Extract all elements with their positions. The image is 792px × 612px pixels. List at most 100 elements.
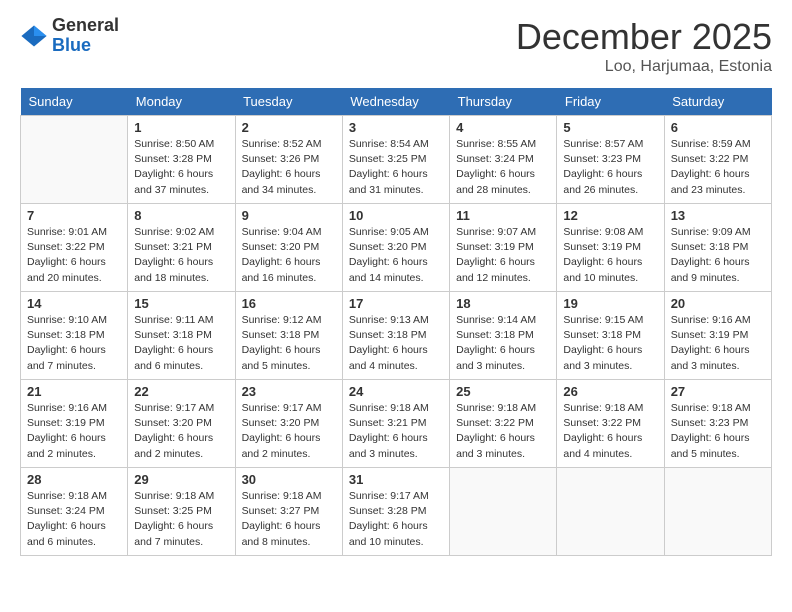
logo-icon — [20, 22, 48, 50]
day-number: 1 — [134, 120, 228, 135]
calendar-cell: 16 Sunrise: 9:12 AM Sunset: 3:18 PM Dayli… — [235, 292, 342, 380]
logo-blue: Blue — [52, 35, 91, 55]
day-number: 6 — [671, 120, 765, 135]
logo: General Blue — [20, 16, 119, 56]
calendar-cell: 9Sunrise: 9:04 AM Sunset: 3:20 PM Daylig… — [235, 204, 342, 292]
day-info: Sunrise: 9:18 AM Sunset: 3:27 PM Dayligh… — [242, 489, 336, 550]
calendar-cell: 2 Sunrise: 8:52 AM Sunset: 3:26 PM Daylig… — [235, 116, 342, 204]
calendar-cell: 6 Sunrise: 8:59 AM Sunset: 3:22 PM Daylig… — [664, 116, 771, 204]
day-number: 15 — [134, 296, 228, 311]
calendar-cell: 13Sunrise: 9:09 AM Sunset: 3:18 PM Dayli… — [664, 204, 771, 292]
day-info: Sunrise: 9:17 AM Sunset: 3:28 PM Dayligh… — [349, 489, 443, 550]
day-number: 18 — [456, 296, 550, 311]
day-number: 21 — [27, 384, 121, 399]
day-number: 7 — [27, 208, 121, 223]
day-number: 19 — [563, 296, 657, 311]
day-number: 16 — [242, 296, 336, 311]
day-number: 24 — [349, 384, 443, 399]
day-info: Sunrise: 9:12 AM Sunset: 3:18 PM Dayligh… — [242, 313, 336, 374]
day-number: 28 — [27, 472, 121, 487]
day-info: Sunrise: 9:13 AM Sunset: 3:18 PM Dayligh… — [349, 313, 443, 374]
day-info: Sunrise: 9:17 AM Sunset: 3:20 PM Dayligh… — [134, 401, 228, 462]
week-row-5: 28 Sunrise: 9:18 AM Sunset: 3:24 PM Dayli… — [21, 468, 772, 556]
calendar-cell: 30Sunrise: 9:18 AM Sunset: 3:27 PM Dayli… — [235, 468, 342, 556]
calendar-cell: 31 Sunrise: 9:17 AM Sunset: 3:28 PM Dayli… — [342, 468, 449, 556]
day-info: Sunrise: 8:54 AM Sunset: 3:25 PM Dayligh… — [349, 137, 443, 198]
calendar-cell — [450, 468, 557, 556]
day-info: Sunrise: 9:15 AM Sunset: 3:18 PM Dayligh… — [563, 313, 657, 374]
day-info: Sunrise: 8:59 AM Sunset: 3:22 PM Dayligh… — [671, 137, 765, 198]
calendar-cell: 18 Sunrise: 9:14 AM Sunset: 3:18 PM Dayli… — [450, 292, 557, 380]
title-block: December 2025 Loo, Harjumaa, Estonia — [516, 16, 772, 76]
day-number: 23 — [242, 384, 336, 399]
weekday-header-sunday: Sunday — [21, 88, 128, 116]
day-info: Sunrise: 9:11 AM Sunset: 3:18 PM Dayligh… — [134, 313, 228, 374]
calendar-cell: 28 Sunrise: 9:18 AM Sunset: 3:24 PM Dayli… — [21, 468, 128, 556]
calendar-cell: 29 Sunrise: 9:18 AM Sunset: 3:25 PM Dayli… — [128, 468, 235, 556]
calendar-cell: 20 Sunrise: 9:16 AM Sunset: 3:19 PM Dayli… — [664, 292, 771, 380]
day-number: 4 — [456, 120, 550, 135]
day-number: 14 — [27, 296, 121, 311]
logo-general: General — [52, 15, 119, 35]
day-number: 31 — [349, 472, 443, 487]
day-number: 10 — [349, 208, 443, 223]
calendar-cell: 21 Sunrise: 9:16 AM Sunset: 3:19 PM Dayli… — [21, 380, 128, 468]
day-info: Sunrise: 8:52 AM Sunset: 3:26 PM Dayligh… — [242, 137, 336, 198]
day-number: 2 — [242, 120, 336, 135]
day-number: 25 — [456, 384, 550, 399]
day-info: Sunrise: 9:18 AM Sunset: 3:22 PM Dayligh… — [563, 401, 657, 462]
calendar-cell — [664, 468, 771, 556]
day-info: Sunrise: 9:16 AM Sunset: 3:19 PM Dayligh… — [27, 401, 121, 462]
day-info: Sunrise: 9:14 AM Sunset: 3:18 PM Dayligh… — [456, 313, 550, 374]
day-number: 17 — [349, 296, 443, 311]
calendar-cell: 15 Sunrise: 9:11 AM Sunset: 3:18 PM Dayli… — [128, 292, 235, 380]
weekday-header-thursday: Thursday — [450, 88, 557, 116]
calendar-cell: 14 Sunrise: 9:10 AM Sunset: 3:18 PM Dayli… — [21, 292, 128, 380]
day-number: 20 — [671, 296, 765, 311]
week-row-4: 21 Sunrise: 9:16 AM Sunset: 3:19 PM Dayli… — [21, 380, 772, 468]
calendar-cell: 8 Sunrise: 9:02 AM Sunset: 3:21 PM Daylig… — [128, 204, 235, 292]
day-info: Sunrise: 9:05 AM Sunset: 3:20 PM Dayligh… — [349, 225, 443, 286]
calendar-cell: 27 Sunrise: 9:18 AM Sunset: 3:23 PM Dayli… — [664, 380, 771, 468]
calendar-cell: 3 Sunrise: 8:54 AM Sunset: 3:25 PM Daylig… — [342, 116, 449, 204]
logo-text: General Blue — [52, 16, 119, 56]
calendar-cell: 25Sunrise: 9:18 AM Sunset: 3:22 PM Dayli… — [450, 380, 557, 468]
weekday-header-row: SundayMondayTuesdayWednesdayThursdayFrid… — [21, 88, 772, 116]
day-info: Sunrise: 9:18 AM Sunset: 3:24 PM Dayligh… — [27, 489, 121, 550]
weekday-header-wednesday: Wednesday — [342, 88, 449, 116]
calendar-cell: 10 Sunrise: 9:05 AM Sunset: 3:20 PM Dayli… — [342, 204, 449, 292]
day-info: Sunrise: 8:57 AM Sunset: 3:23 PM Dayligh… — [563, 137, 657, 198]
calendar-cell: 17 Sunrise: 9:13 AM Sunset: 3:18 PM Dayli… — [342, 292, 449, 380]
location: Loo, Harjumaa, Estonia — [516, 58, 772, 76]
day-number: 8 — [134, 208, 228, 223]
weekday-header-saturday: Saturday — [664, 88, 771, 116]
day-info: Sunrise: 9:08 AM Sunset: 3:19 PM Dayligh… — [563, 225, 657, 286]
calendar-cell: 12Sunrise: 9:08 AM Sunset: 3:19 PM Dayli… — [557, 204, 664, 292]
day-info: Sunrise: 9:16 AM Sunset: 3:19 PM Dayligh… — [671, 313, 765, 374]
day-number: 26 — [563, 384, 657, 399]
day-info: Sunrise: 8:50 AM Sunset: 3:28 PM Dayligh… — [134, 137, 228, 198]
day-number: 5 — [563, 120, 657, 135]
week-row-2: 7Sunrise: 9:01 AM Sunset: 3:22 PM Daylig… — [21, 204, 772, 292]
day-info: Sunrise: 9:18 AM Sunset: 3:23 PM Dayligh… — [671, 401, 765, 462]
week-row-1: 1 Sunrise: 8:50 AM Sunset: 3:28 PM Daylig… — [21, 116, 772, 204]
calendar-cell: 1 Sunrise: 8:50 AM Sunset: 3:28 PM Daylig… — [128, 116, 235, 204]
page-header: General Blue December 2025 Loo, Harjumaa… — [20, 16, 772, 76]
weekday-header-friday: Friday — [557, 88, 664, 116]
calendar-cell: 7Sunrise: 9:01 AM Sunset: 3:22 PM Daylig… — [21, 204, 128, 292]
calendar-cell: 11Sunrise: 9:07 AM Sunset: 3:19 PM Dayli… — [450, 204, 557, 292]
day-info: Sunrise: 9:07 AM Sunset: 3:19 PM Dayligh… — [456, 225, 550, 286]
calendar-cell — [21, 116, 128, 204]
day-info: Sunrise: 9:17 AM Sunset: 3:20 PM Dayligh… — [242, 401, 336, 462]
calendar-cell: 19 Sunrise: 9:15 AM Sunset: 3:18 PM Dayli… — [557, 292, 664, 380]
day-info: Sunrise: 8:55 AM Sunset: 3:24 PM Dayligh… — [456, 137, 550, 198]
day-number: 3 — [349, 120, 443, 135]
day-info: Sunrise: 9:10 AM Sunset: 3:18 PM Dayligh… — [27, 313, 121, 374]
month-title: December 2025 — [516, 16, 772, 58]
day-number: 22 — [134, 384, 228, 399]
day-number: 27 — [671, 384, 765, 399]
day-number: 29 — [134, 472, 228, 487]
day-info: Sunrise: 9:18 AM Sunset: 3:25 PM Dayligh… — [134, 489, 228, 550]
day-info: Sunrise: 9:02 AM Sunset: 3:21 PM Dayligh… — [134, 225, 228, 286]
day-info: Sunrise: 9:04 AM Sunset: 3:20 PM Dayligh… — [242, 225, 336, 286]
